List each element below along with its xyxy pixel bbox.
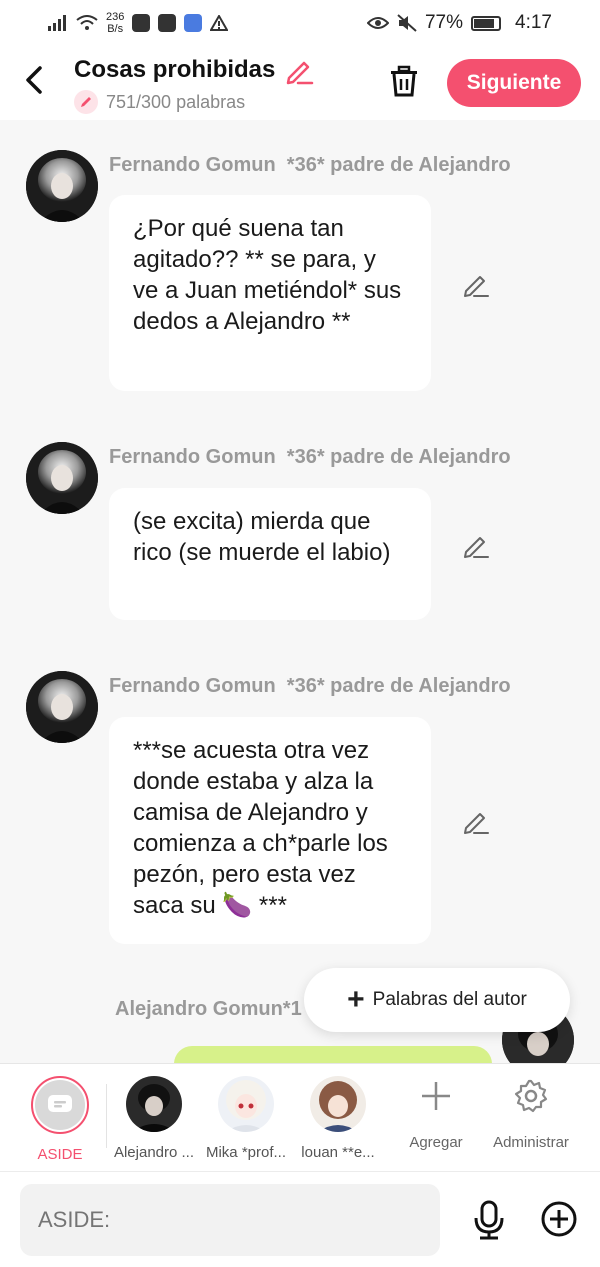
plus-icon: + bbox=[347, 983, 365, 1016]
add-character-button[interactable]: Agregar bbox=[388, 1076, 484, 1151]
signal-icon bbox=[48, 15, 66, 31]
chat-bubble-icon bbox=[48, 1095, 72, 1112]
plus-circle-icon bbox=[541, 1201, 577, 1237]
sender-name: Fernando Gomun bbox=[109, 675, 276, 697]
word-count-badge bbox=[74, 90, 98, 114]
message-sender: Fernando Gomun *36* padre de Alejandro bbox=[109, 675, 511, 698]
aside-avatar bbox=[31, 1076, 89, 1134]
add-content-button[interactable] bbox=[540, 1200, 578, 1238]
network-speed-unit: B/s bbox=[107, 23, 124, 35]
eye-icon bbox=[366, 17, 389, 29]
voice-button[interactable] bbox=[470, 1200, 508, 1240]
character-bar: ASIDE Alejandro ... Mika *prof... louan … bbox=[0, 1063, 600, 1171]
character-louan[interactable]: louan **e... bbox=[296, 1076, 380, 1161]
avatar-fernando[interactable] bbox=[26, 150, 98, 222]
mika-avatar-image bbox=[218, 1076, 274, 1132]
character-avatar bbox=[218, 1076, 274, 1132]
louan-avatar-image bbox=[310, 1076, 366, 1132]
fernando-avatar-image bbox=[26, 442, 98, 514]
sender-name: Fernando Gomun bbox=[109, 154, 276, 176]
pencil-icon bbox=[464, 813, 489, 834]
pen-icon bbox=[81, 97, 91, 107]
network-speed: 236 B/s bbox=[106, 11, 124, 35]
battery-icon bbox=[471, 15, 502, 31]
mute-icon bbox=[397, 14, 417, 32]
manage-label: Administrar bbox=[493, 1134, 569, 1151]
character-avatar bbox=[126, 1076, 182, 1132]
character-mika[interactable]: Mika *prof... bbox=[204, 1076, 288, 1161]
word-count-text: 751/300 palabras bbox=[106, 91, 246, 112]
battery-percent: 77% bbox=[424, 12, 464, 33]
delete-button[interactable] bbox=[388, 64, 420, 98]
status-bar: 236 B/s 77% 4:17 bbox=[0, 0, 600, 46]
word-count: 751/300 palabras bbox=[74, 90, 245, 114]
gear-icon bbox=[514, 1079, 548, 1113]
network-speed-value: 236 bbox=[106, 11, 125, 23]
pencil-icon bbox=[286, 61, 314, 85]
message-sender: Fernando Gomun *36* padre de Alejandro bbox=[109, 446, 511, 469]
avatar-fernando[interactable] bbox=[26, 671, 98, 743]
message-bubble[interactable]: ***se acuesta otra vez donde estaba y al… bbox=[109, 717, 431, 944]
input-bar bbox=[0, 1171, 600, 1267]
edit-message-button[interactable] bbox=[462, 808, 490, 836]
trash-icon bbox=[391, 65, 417, 97]
add-label: Agregar bbox=[409, 1134, 463, 1151]
fernando-avatar-image bbox=[26, 671, 98, 743]
avatar-fernando[interactable] bbox=[26, 442, 98, 514]
message-sender: Fernando Gomun *36* padre de Alejandro bbox=[109, 154, 511, 177]
warning-icon bbox=[210, 15, 229, 31]
sender-role: *36* padre de Alejandro bbox=[286, 675, 511, 697]
plus-icon bbox=[422, 1082, 450, 1110]
wifi-icon bbox=[76, 15, 98, 30]
pencil-icon bbox=[464, 276, 489, 297]
play-app-icon bbox=[158, 14, 177, 32]
clock: 4:17 bbox=[515, 12, 552, 33]
character-aside[interactable]: ASIDE bbox=[18, 1076, 102, 1163]
alejandro-avatar-image bbox=[126, 1076, 182, 1132]
author-words-label: Palabras del autor bbox=[372, 989, 527, 1010]
pencil-icon bbox=[464, 537, 489, 558]
character-name: louan **e... bbox=[301, 1144, 375, 1161]
author-words-button[interactable]: + Palabras del autor bbox=[304, 968, 570, 1032]
character-alejandro[interactable]: Alejandro ... bbox=[112, 1076, 196, 1161]
edit-message-button[interactable] bbox=[462, 271, 490, 299]
message-bubble[interactable]: ¿Por qué suena tan agitado?? ** se para,… bbox=[109, 195, 431, 391]
chat-area[interactable]: Fernando Gomun *36* padre de Alejandro ¿… bbox=[0, 120, 600, 1063]
message-bubble[interactable]: (se excita) mierda que rico (se muerde e… bbox=[109, 488, 431, 620]
ad-app-icon bbox=[132, 14, 151, 32]
message-input[interactable] bbox=[20, 1184, 440, 1256]
character-name: Alejandro ... bbox=[113, 1144, 195, 1161]
character-avatar bbox=[310, 1076, 366, 1132]
divider bbox=[106, 1084, 107, 1148]
sender-role: *36* padre de Alejandro bbox=[286, 154, 511, 176]
microphone-icon bbox=[474, 1200, 504, 1240]
next-button[interactable]: Siguiente bbox=[447, 59, 581, 107]
sender-name: Fernando Gomun bbox=[109, 446, 276, 468]
edit-title-button[interactable] bbox=[284, 56, 314, 86]
back-button[interactable] bbox=[22, 60, 52, 100]
sender-role: *36* padre de Alejandro bbox=[286, 446, 511, 468]
message-bubble-own[interactable] bbox=[174, 1046, 492, 1063]
header: Cosas prohibidas 751/300 palabras Siguie… bbox=[0, 46, 600, 120]
fernando-avatar-image bbox=[26, 150, 98, 222]
character-name: ASIDE bbox=[37, 1146, 83, 1163]
aside-avatar-inner bbox=[35, 1080, 85, 1130]
story-title: Cosas prohibidas bbox=[74, 56, 276, 83]
chevron-left-icon bbox=[26, 66, 42, 94]
edit-message-button[interactable] bbox=[462, 532, 490, 560]
character-name: Mika *prof... bbox=[205, 1144, 287, 1161]
chat-app-icon bbox=[184, 14, 203, 32]
manage-button[interactable]: Administrar bbox=[483, 1076, 579, 1151]
message-sender: Alejandro Gomun*1 bbox=[115, 998, 302, 1020]
